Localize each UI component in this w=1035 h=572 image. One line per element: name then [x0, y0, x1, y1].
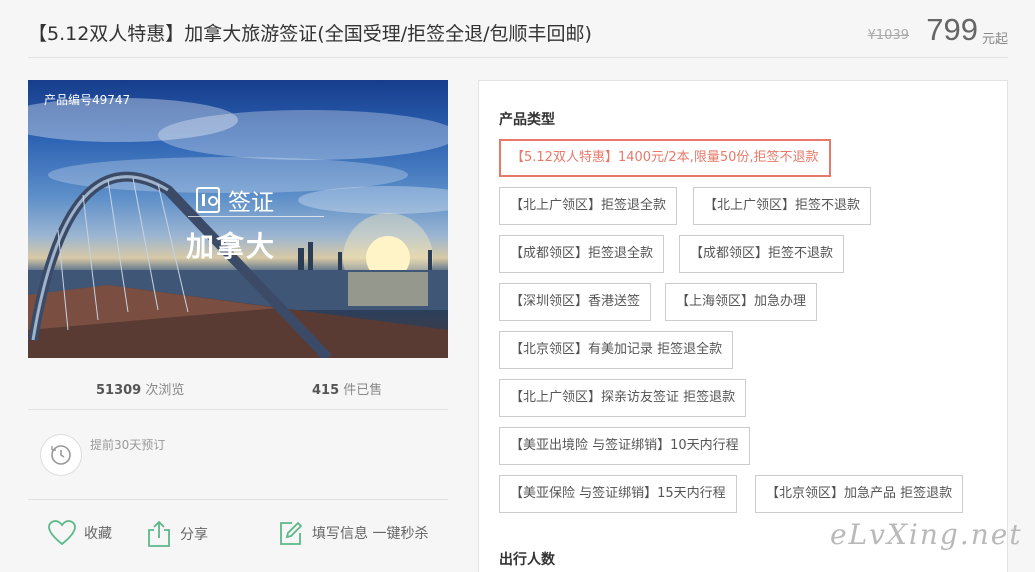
site-watermark: eLvXing.net — [830, 518, 1023, 551]
advance-booking-info: 提前30天预订 — [28, 410, 448, 500]
edit-icon — [280, 521, 303, 545]
heart-icon — [48, 520, 76, 546]
clock-icon — [40, 434, 82, 476]
advance-booking-text: 提前30天预订 — [90, 438, 166, 452]
option-3[interactable]: 【成都领区】拒签退全款 — [499, 235, 665, 273]
option-2[interactable]: 【北上广领区】拒签不退款 — [693, 187, 872, 225]
bridge-scene-illustration — [28, 98, 448, 358]
action-bar: 收藏 分享 填写信息 一键秒杀 — [28, 510, 448, 560]
option-0[interactable]: 【5.12双人特惠】1400元/2本,限量50份,拒签不退款 — [499, 139, 831, 177]
favorite-label: 收藏 — [84, 526, 112, 542]
option-7[interactable]: 【北京领区】有美加记录 拒签退全款 — [499, 331, 734, 369]
share-icon — [148, 520, 170, 547]
option-4[interactable]: 【成都领区】拒签不退款 — [679, 235, 845, 273]
visa-label: 签证 — [228, 190, 274, 216]
favorite-button[interactable]: 收藏 — [48, 520, 112, 546]
product-number: 产品编号49747 — [44, 93, 131, 107]
visa-caption: 签证 — [196, 183, 274, 217]
option-5[interactable]: 【深圳领区】香港送签 — [499, 283, 652, 321]
product-stats: 51309 次浏览 415 件已售 — [28, 370, 448, 410]
sold-label: 件已售 — [343, 383, 383, 398]
option-1[interactable]: 【北上广领区】拒签退全款 — [499, 187, 678, 225]
views-label: 次浏览 — [145, 383, 185, 398]
share-label: 分享 — [180, 527, 208, 543]
travelers-label: 出行人数 — [499, 552, 555, 568]
views-count: 51309 — [96, 383, 142, 398]
sold-count: 415 — [312, 383, 340, 398]
original-price: ¥1039 — [867, 28, 909, 43]
option-6[interactable]: 【上海领区】加急办理 — [665, 283, 818, 321]
fill-info-label: 填写信息 一键秒杀 — [312, 526, 429, 542]
product-options-panel: 产品类型 【5.12双人特惠】1400元/2本,限量50份,拒签不退款 【北上广… — [478, 80, 1008, 572]
product-title: 【5.12双人特惠】加拿大旅游签证(全国受理/拒签全退/包顺丰回邮) — [28, 23, 592, 45]
option-11[interactable]: 【北京领区】加急产品 拒签退款 — [755, 475, 964, 513]
country-name: 加拿大 — [186, 230, 277, 263]
share-button[interactable]: 分享 — [146, 520, 208, 548]
fill-info-button[interactable]: 填写信息 一键秒杀 — [278, 520, 428, 546]
sold-stat: 415 件已售 — [312, 379, 382, 398]
option-9[interactable]: 【美亚出境险 与签证绑销】10天内行程 — [499, 427, 750, 465]
option-10[interactable]: 【美亚保险 与签证绑销】15天内行程 — [499, 475, 737, 513]
passport-icon — [196, 187, 220, 213]
views-stat: 51309 次浏览 — [96, 379, 184, 398]
product-hero-image: 产品编号49747 签证 加拿大 — [28, 80, 448, 358]
product-header: 【5.12双人特惠】加拿大旅游签证(全国受理/拒签全退/包顺丰回邮) ¥1039… — [28, 0, 1008, 58]
current-price: 799 — [926, 12, 978, 47]
product-type-label: 产品类型 — [499, 112, 555, 128]
price-unit: 元起 — [981, 32, 1008, 47]
caption-divider — [188, 216, 324, 217]
option-8[interactable]: 【北上广领区】探亲访友签证 拒签退款 — [499, 379, 747, 417]
